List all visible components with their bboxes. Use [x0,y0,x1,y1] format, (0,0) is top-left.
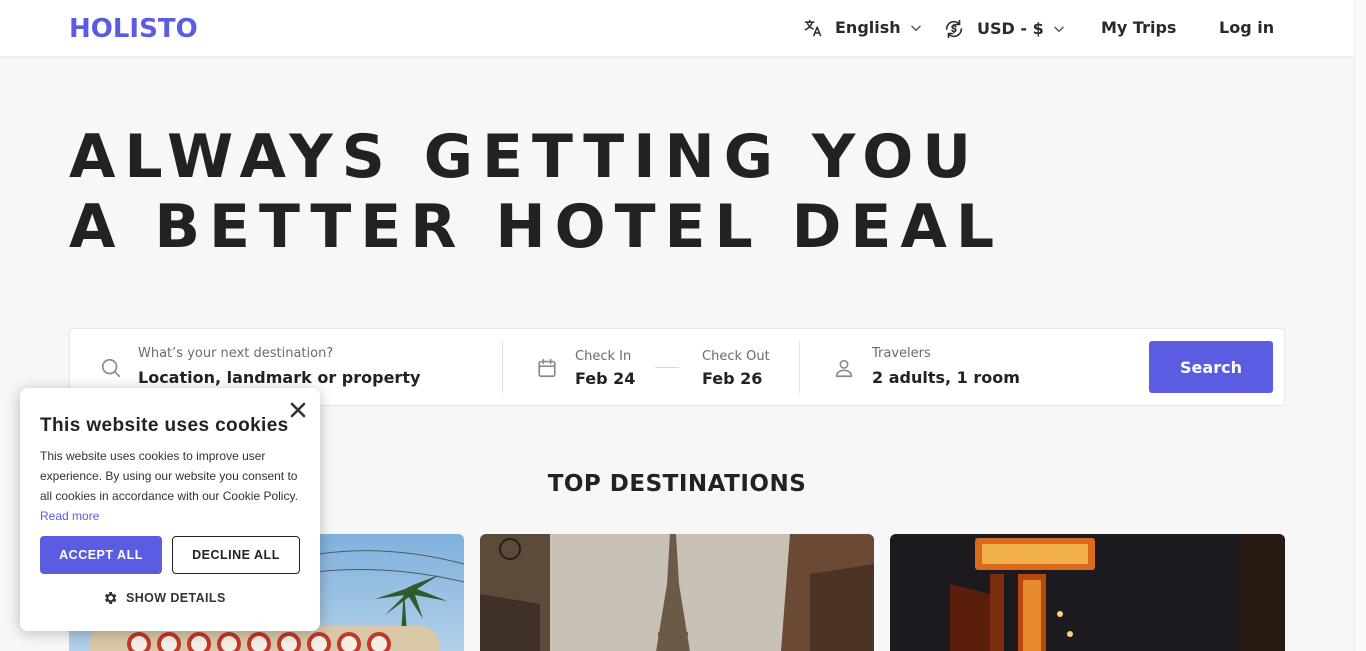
cookie-banner-body: This website uses cookies to improve use… [40,446,302,526]
destination-card-bangkok[interactable] [890,534,1285,651]
show-details-toggle[interactable]: SHOW DETAILS [102,590,226,606]
currency-selector[interactable]: USD - $ [943,18,1066,40]
hero-heading: ALWAYS GETTING YOU A BETTER HOTEL DEAL [69,122,1003,262]
hero-line-2: A BETTER HOTEL DEAL [69,192,1004,262]
check-out-label: Check Out [702,349,770,364]
destination-card-paris[interactable] [480,534,874,651]
cookie-banner-title: This website uses cookies [40,415,289,436]
login-label: Log in [1219,18,1275,37]
destination-label: What’s your next destination? [138,346,334,361]
decline-all-button[interactable]: DECLINE ALL [172,536,300,574]
calendar-icon [538,358,556,378]
date-separator [655,367,679,368]
chevron-down-icon [1053,26,1064,33]
cookie-body-text: This website uses cookies to improve use… [40,449,298,503]
search-icon [101,358,121,378]
language-label: English [835,18,901,37]
language-selector[interactable]: English [803,18,923,38]
page-scrollbar[interactable] [1354,0,1366,651]
login-link[interactable]: Log in [1219,18,1274,38]
search-button[interactable]: Search [1149,341,1273,393]
translate-icon [804,19,822,37]
paris-image [480,534,874,651]
currency-exchange-icon [945,19,963,39]
travelers-selector[interactable]: 2 adults, 1 room [872,368,1020,387]
hero-line-1: ALWAYS GETTING YOU [69,122,980,192]
my-trips-link[interactable]: My Trips [1101,18,1176,38]
show-details-label: SHOW DETAILS [126,591,226,605]
check-in-date[interactable]: Feb 24 [575,369,635,388]
chevron-down-icon [910,25,921,32]
travelers-label: Travelers [872,346,931,361]
person-icon [835,359,853,378]
currency-label: USD - $ [977,19,1044,38]
divider [502,341,503,393]
holisto-logo[interactable]: HOLISTO [69,13,198,45]
my-trips-label: My Trips [1101,18,1177,37]
check-in-label: Check In [575,349,632,364]
divider [799,341,800,393]
accept-all-button[interactable]: ACCEPT ALL [40,536,162,574]
destination-input[interactable]: Location, landmark or property [138,368,420,387]
read-more-link[interactable]: Read more [40,509,99,523]
bangkok-image [890,534,1285,651]
cookie-consent-banner: This website uses cookies This website u… [20,388,320,631]
top-header: HOLISTO English USD - $ My Trips Log in [0,0,1354,56]
check-out-date[interactable]: Feb 26 [702,369,762,388]
gear-icon [104,592,117,604]
close-icon[interactable] [288,400,308,420]
